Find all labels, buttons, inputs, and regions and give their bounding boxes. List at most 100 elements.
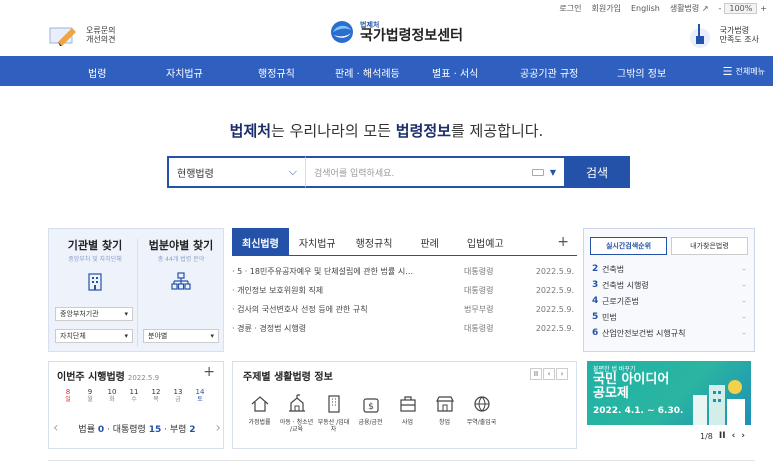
tab-admin-rule[interactable]: 행정규칙 — [346, 228, 403, 256]
tab-local-law[interactable]: 자치법규 — [289, 228, 346, 256]
topic-label: 금융/금전 — [358, 419, 383, 426]
banner-title-line-1: 국민 아이디어 — [593, 372, 670, 387]
login-link[interactable]: 로그인 — [559, 3, 581, 14]
tab-realtime-rank[interactable]: 실시간검색순위 — [590, 237, 667, 255]
rank-number: 3 — [592, 280, 599, 290]
topic-item-startup[interactable]: 창업 — [426, 394, 463, 433]
dropdown-arrow-icon[interactable]: ▼ — [550, 168, 556, 177]
local-gov-select[interactable]: 자치단체 ▾ — [55, 329, 133, 343]
nav-item-forms[interactable]: 별표 · 서식 — [432, 65, 478, 80]
chevron-right-icon[interactable]: › — [215, 420, 221, 436]
zoom-in-button[interactable]: + — [760, 4, 767, 13]
next-icon[interactable]: › — [741, 431, 745, 441]
rank-name: 건축법 — [602, 264, 625, 274]
life-law-label: 생활법령 — [669, 3, 700, 13]
school-icon — [288, 394, 305, 412]
nav-item-law[interactable]: 법령 — [88, 65, 106, 80]
error-report-label-2: 개선의견 — [86, 35, 116, 44]
list-item[interactable]: · 개인정보 보호위원회 직제 대통령령 2022.5.9. — [232, 281, 577, 300]
tagline-text-2: 를 제공합니다. — [450, 122, 544, 140]
site-logo[interactable]: 법제처 국가법령정보센터 — [330, 20, 463, 44]
topic-label: 부동산 /임대차 — [317, 419, 350, 433]
tab-latest-law[interactable]: 최신법령 — [232, 228, 289, 256]
error-report-label-1: 오류문의 — [86, 26, 116, 35]
weekly-counts: ‹ 법률 0 · 대통령령 15 · 부령 2 › — [53, 420, 221, 436]
list-item[interactable]: 5 민법 – — [592, 309, 746, 325]
survey-label-2: 만족도 조사 — [719, 35, 759, 44]
building-icon — [88, 273, 102, 291]
promo-banner-image[interactable]: 불편한 법 바꾸기 국민 아이디어 공모제 2022. 4.1. ~ 6.30. — [587, 361, 751, 425]
banner-title: 국민 아이디어 공모제 — [593, 373, 669, 401]
day-number: 9 — [87, 388, 93, 396]
finder-divider — [137, 239, 138, 347]
list-item[interactable]: 6 산업안전보건법 시행규칙 – — [592, 325, 746, 341]
news-kind: 대통령령 — [464, 267, 494, 276]
topic-item-realestate[interactable]: 부동산 /임대차 — [315, 394, 352, 433]
next-icon[interactable]: › — [556, 368, 568, 380]
tab-precedent[interactable]: 판례 — [402, 228, 456, 256]
hamburger-icon: ☰ — [722, 65, 733, 78]
list-item[interactable]: 4 근로기준법 – — [592, 293, 746, 309]
list-item[interactable]: · 5 · 18민주유공자예우 및 단체설립에 관한 법률 시… 대통령령 2022… — [232, 262, 577, 281]
nav-item-public-rule[interactable]: 공공기관 규정 — [520, 65, 578, 80]
weekly-title: 이번주 시행법령 2022.5.9 — [57, 368, 159, 383]
topic-item-family[interactable]: 가정법률 — [241, 394, 278, 433]
rank-number: 2 — [592, 264, 599, 274]
pause-icon[interactable]: II — [719, 431, 726, 441]
day-cell[interactable]: 12 목 — [145, 388, 167, 404]
keyboard-icon[interactable] — [531, 168, 544, 176]
topic-item-trade[interactable]: 무역/출입국 — [463, 394, 500, 433]
org-finder[interactable]: 기관별 찾기 중앙부처 및 자치단체 — [53, 237, 137, 294]
field-finder-sub: 총 44개 법령 분야 — [157, 256, 205, 263]
local-gov-value: 자치단체 — [60, 332, 86, 340]
topic-item-education[interactable]: 아동 · 청소년 /교육 — [278, 394, 315, 433]
search-button[interactable]: 검색 — [564, 156, 630, 188]
list-item[interactable]: · 경륜 · 경정법 시행령 대통령령 2022.5.9. — [232, 319, 577, 338]
topic-item-business[interactable]: 사업 — [389, 394, 426, 433]
day-cell[interactable]: 13 금 — [167, 388, 189, 404]
day-cell[interactable]: 10 화 — [101, 388, 123, 404]
list-item[interactable]: 2 건축법 – — [592, 261, 746, 277]
news-title: · 5 · 18민주유공자예우 및 단체설립에 관한 법률 시… — [232, 267, 414, 276]
search-input[interactable]: 검색어를 입력하세요. ▼ — [305, 156, 564, 188]
news-kind: 대통령령 — [464, 324, 494, 333]
rank-name: 근로기준법 — [602, 296, 639, 306]
decree-count: 15 — [148, 424, 162, 435]
error-report-link[interactable]: 오류문의 개선의견 — [48, 24, 115, 46]
satisfaction-survey-link[interactable]: 국가법령 만족도 조사 — [686, 22, 759, 48]
search-scope-select[interactable]: 현행법령 ⌵ — [167, 156, 305, 188]
nav-item-admin-rule[interactable]: 행정규칙 — [258, 65, 295, 80]
day-cell[interactable]: 9월 — [79, 388, 101, 404]
search-scope-value: 현행법령 — [177, 168, 214, 180]
home-icon — [251, 396, 268, 412]
all-menu-button[interactable]: ☰ 전체메뉴 — [723, 65, 765, 78]
nav-item-local-law[interactable]: 자치법규 — [166, 65, 203, 80]
rank-change: – — [742, 264, 746, 274]
join-link[interactable]: 회원가입 — [591, 3, 620, 14]
topic-item-finance[interactable]: $ 금융/금전 — [352, 394, 389, 433]
prev-icon[interactable]: ‹ — [543, 368, 555, 380]
pause-icon[interactable]: II — [530, 368, 542, 380]
news-more-button[interactable]: + — [549, 228, 577, 256]
life-law-link[interactable]: 생활법령 ↗ — [670, 3, 709, 14]
select-arrow-icon: ▾ — [124, 310, 128, 318]
day-cell[interactable]: 8일 — [57, 388, 79, 404]
field-finder[interactable]: 법분야별 찾기 총 44개 법령 분야 — [139, 237, 223, 294]
nav-item-precedent[interactable]: 판례 · 해석례등 — [335, 65, 400, 80]
english-link[interactable]: English — [631, 4, 660, 13]
tab-legislative-notice[interactable]: 입법예고 — [457, 228, 514, 256]
chevron-left-icon[interactable]: ‹ — [53, 420, 59, 436]
tab-my-laws[interactable]: 내가찾은법령 — [671, 237, 748, 255]
central-agency-select[interactable]: 중앙부처기관 ▾ — [55, 307, 133, 321]
law-label: 법률 — [78, 424, 95, 435]
day-cell[interactable]: 14 토 — [189, 388, 211, 404]
nav-item-other-info[interactable]: 그밖의 정보 — [617, 65, 666, 80]
zoom-out-button[interactable]: - — [719, 4, 722, 13]
day-cell[interactable]: 11 수 — [123, 388, 145, 404]
topic-controls: II ‹ › — [530, 368, 568, 380]
weekly-more-button[interactable]: + — [203, 364, 215, 380]
list-item[interactable]: 3 건축법 시행령 – — [592, 277, 746, 293]
prev-icon[interactable]: ‹ — [732, 431, 736, 441]
list-item[interactable]: · 검사의 국선변호사 선정 등에 관한 규칙 법무부령 2022.5.9. — [232, 300, 577, 319]
field-select[interactable]: 분야별 ▾ — [143, 329, 219, 343]
